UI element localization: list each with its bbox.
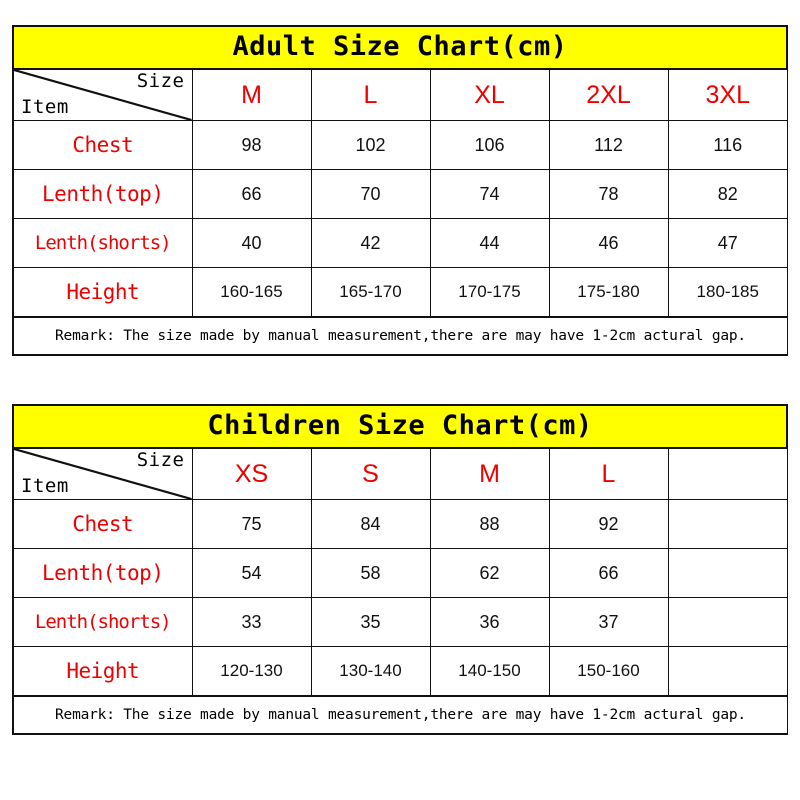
cell-length-top-2xl: 78 xyxy=(548,169,669,219)
cell-length-top-l: 66 xyxy=(548,548,669,598)
cell-length-top-empty xyxy=(667,548,787,598)
size-header-l: L xyxy=(310,70,431,121)
cell-chest-m: 98 xyxy=(191,120,312,170)
cell-chest-xl: 106 xyxy=(429,120,550,170)
cell-chest-s: 84 xyxy=(310,499,431,549)
row-label-height: Height xyxy=(14,646,193,697)
row-label-chest: Chest xyxy=(14,120,193,170)
cell-length-top-s: 58 xyxy=(310,548,431,598)
cell-length-shorts-m: 36 xyxy=(429,597,550,647)
cell-length-shorts-s: 35 xyxy=(310,597,431,647)
cell-height-2xl: 175-180 xyxy=(548,267,669,318)
cell-length-top-l: 70 xyxy=(310,169,431,219)
size-header-m: M xyxy=(429,449,550,500)
corner-size-label: Size xyxy=(136,449,185,471)
cell-chest-l: 102 xyxy=(310,120,431,170)
cell-height-empty xyxy=(667,646,787,697)
children-size-table: Size Item XS S M L Chest 75 84 88 92 Len… xyxy=(14,449,787,733)
table-row: Height 120-130 130-140 140-150 150-160 xyxy=(14,646,787,697)
row-label-length-shorts: Lenth(shorts) xyxy=(14,597,193,647)
table-row: Height 160-165 165-170 170-175 175-180 1… xyxy=(14,267,787,318)
cell-length-shorts-l: 42 xyxy=(310,218,431,268)
cell-height-s: 130-140 xyxy=(310,646,431,697)
adult-remark-text: Remark: The size made by manual measurem… xyxy=(14,316,787,354)
children-size-chart: Children Size Chart(cm) Size Item XS S M… xyxy=(12,404,788,735)
cell-length-top-m: 62 xyxy=(429,548,550,598)
table-row: Chest 98 102 106 112 116 xyxy=(14,120,787,170)
size-header-xs: XS xyxy=(191,449,312,500)
cell-length-shorts-empty xyxy=(667,597,787,647)
corner-item-label: Item xyxy=(21,475,69,497)
corner-size-label: Size xyxy=(136,70,185,92)
cell-height-l: 165-170 xyxy=(310,267,431,318)
row-label-length-shorts: Lenth(shorts) xyxy=(14,218,193,268)
table-row: Lenth(shorts) 40 42 44 46 47 xyxy=(14,218,787,268)
cell-chest-m: 88 xyxy=(429,499,550,549)
remark-row: Remark: The size made by manual measurem… xyxy=(14,695,787,733)
cell-chest-empty xyxy=(667,499,787,549)
table-row: Lenth(shorts) 33 35 36 37 xyxy=(14,597,787,647)
cell-length-shorts-m: 40 xyxy=(191,218,312,268)
cell-length-top-m: 66 xyxy=(191,169,312,219)
size-header-xl: XL xyxy=(429,70,550,121)
cell-length-top-xs: 54 xyxy=(191,548,312,598)
row-label-chest: Chest xyxy=(14,499,193,549)
remark-row: Remark: The size made by manual measurem… xyxy=(14,316,787,354)
cell-height-xs: 120-130 xyxy=(191,646,312,697)
adult-size-chart: Adult Size Chart(cm) Size Item M L XL 2X… xyxy=(12,25,788,356)
table-header-row: Size Item XS S M L xyxy=(14,449,787,500)
size-chart-page: Adult Size Chart(cm) Size Item M L XL 2X… xyxy=(0,0,800,800)
table-row: Chest 75 84 88 92 xyxy=(14,499,787,549)
size-header-m: M xyxy=(191,70,312,121)
size-header-empty xyxy=(667,449,787,500)
item-size-corner-cell: Size Item xyxy=(14,449,193,500)
cell-length-shorts-3xl: 47 xyxy=(667,218,787,268)
row-label-height: Height xyxy=(14,267,193,318)
item-size-corner-cell: Size Item xyxy=(14,70,193,121)
size-header-2xl: 2XL xyxy=(548,70,669,121)
table-row: Lenth(top) 54 58 62 66 xyxy=(14,548,787,598)
corner-item-label: Item xyxy=(21,96,69,118)
children-chart-title: Children Size Chart(cm) xyxy=(14,406,786,449)
cell-chest-xs: 75 xyxy=(191,499,312,549)
cell-length-top-3xl: 82 xyxy=(667,169,787,219)
adult-size-table: Size Item M L XL 2XL 3XL Chest 98 102 10… xyxy=(14,70,787,354)
row-label-length-top: Lenth(top) xyxy=(14,169,193,219)
adult-chart-title: Adult Size Chart(cm) xyxy=(14,27,786,70)
cell-length-shorts-xl: 44 xyxy=(429,218,550,268)
cell-chest-3xl: 116 xyxy=(667,120,787,170)
table-row: Lenth(top) 66 70 74 78 82 xyxy=(14,169,787,219)
cell-height-xl: 170-175 xyxy=(429,267,550,318)
table-header-row: Size Item M L XL 2XL 3XL xyxy=(14,70,787,121)
cell-height-3xl: 180-185 xyxy=(667,267,787,318)
cell-chest-2xl: 112 xyxy=(548,120,669,170)
cell-length-shorts-xs: 33 xyxy=(191,597,312,647)
size-header-3xl: 3XL xyxy=(667,70,787,121)
row-label-length-top: Lenth(top) xyxy=(14,548,193,598)
cell-height-m: 140-150 xyxy=(429,646,550,697)
cell-length-shorts-l: 37 xyxy=(548,597,669,647)
cell-length-top-xl: 74 xyxy=(429,169,550,219)
cell-height-m: 160-165 xyxy=(191,267,312,318)
cell-length-shorts-2xl: 46 xyxy=(548,218,669,268)
children-remark-text: Remark: The size made by manual measurem… xyxy=(14,695,787,733)
size-header-s: S xyxy=(310,449,431,500)
cell-chest-l: 92 xyxy=(548,499,669,549)
cell-height-l: 150-160 xyxy=(548,646,669,697)
size-header-l: L xyxy=(548,449,669,500)
